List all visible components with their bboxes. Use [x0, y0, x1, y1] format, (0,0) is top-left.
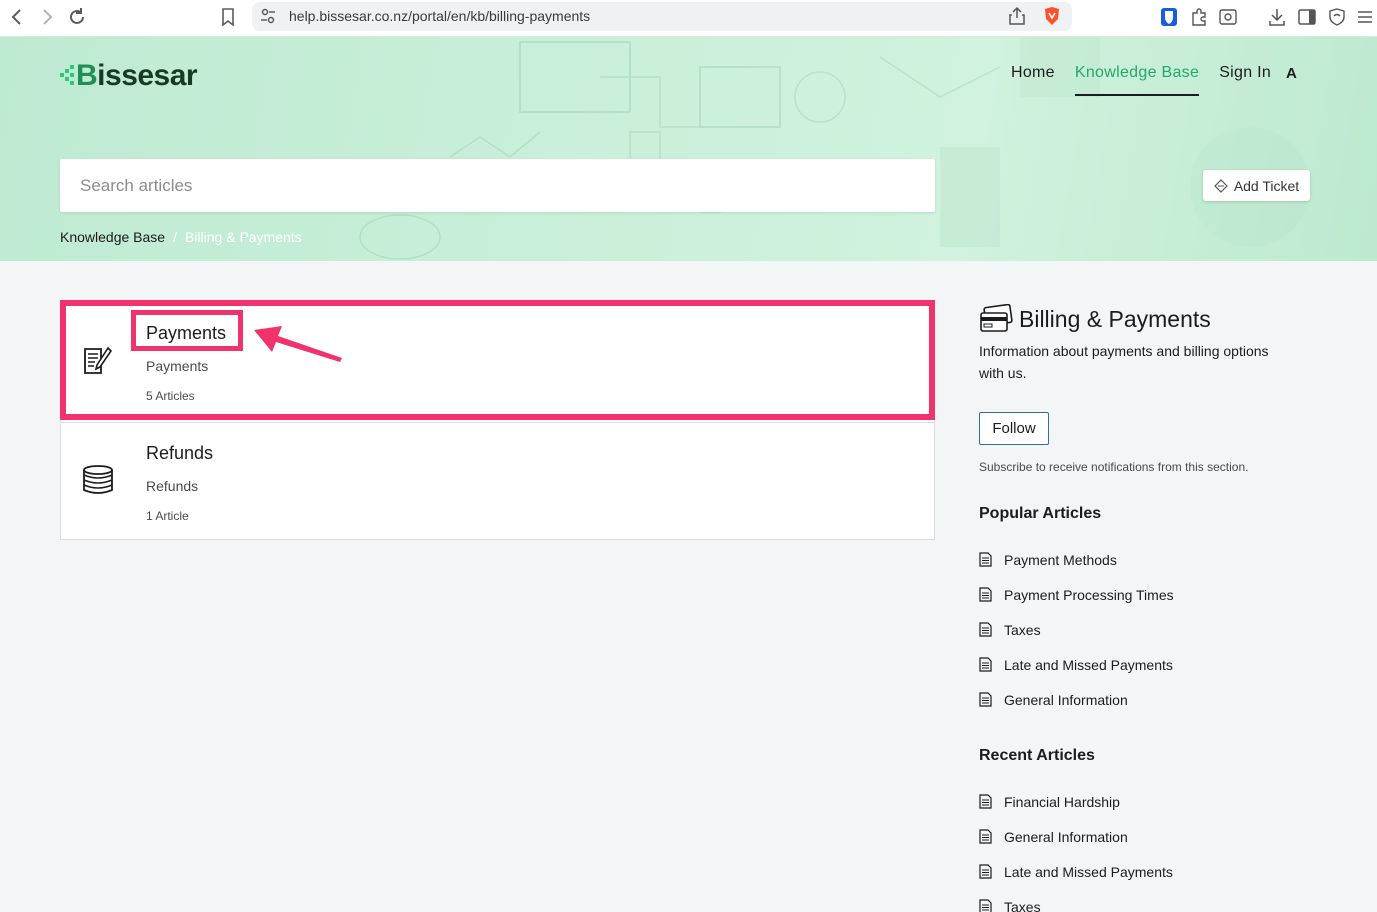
document-icon: [979, 552, 992, 567]
document-icon: [979, 657, 992, 672]
section-list: Payments Payments 5 Articles Refunds Ref…: [60, 302, 935, 540]
list-item[interactable]: General Information: [979, 819, 1173, 854]
accessibility-icon[interactable]: A: [1286, 65, 1297, 82]
document-icon: [979, 692, 992, 707]
list-item[interactable]: Late and Missed Payments: [979, 647, 1174, 682]
document-icon: [979, 829, 992, 844]
browser-toolbar: help.bissesar.co.nz/portal/en/kb/billing…: [0, 0, 1377, 37]
popular-articles-heading: Popular Articles: [979, 505, 1102, 522]
ticket-icon: [1213, 178, 1228, 193]
section-article-count: 5 Articles: [146, 389, 195, 403]
reader-mode-icon[interactable]: [1218, 7, 1238, 27]
recent-articles-list: Financial Hardship General Information L…: [979, 784, 1173, 912]
add-ticket-button[interactable]: Add Ticket: [1203, 170, 1310, 201]
list-item[interactable]: Taxes: [979, 612, 1174, 647]
credit-card-icon: [980, 304, 1013, 332]
brave-shield-icon[interactable]: [1042, 6, 1062, 26]
article-link[interactable]: General Information: [1004, 692, 1128, 708]
list-item[interactable]: Payment Processing Times: [979, 577, 1174, 612]
sidebar-toggle-icon[interactable]: [1297, 7, 1317, 27]
section-article-count: 1 Article: [146, 509, 189, 523]
vpn-shield-icon[interactable]: [1327, 7, 1347, 27]
breadcrumb-knowledge-base[interactable]: Knowledge Base: [60, 229, 165, 245]
downloads-icon[interactable]: [1267, 7, 1287, 27]
document-icon: [979, 864, 992, 879]
section-item-refunds[interactable]: Refunds Refunds 1 Article: [61, 422, 934, 540]
address-bar[interactable]: help.bissesar.co.nz/portal/en/kb/billing…: [252, 2, 1072, 31]
section-item-payments[interactable]: Payments Payments 5 Articles: [61, 303, 934, 421]
share-icon[interactable]: [1008, 6, 1026, 26]
article-link[interactable]: Financial Hardship: [1004, 794, 1120, 810]
bitwarden-icon[interactable]: [1159, 7, 1179, 27]
article-link[interactable]: Taxes: [1004, 899, 1041, 912]
coin-stack-icon: [83, 465, 113, 494]
add-ticket-label: Add Ticket: [1233, 177, 1300, 194]
article-link[interactable]: General Information: [1004, 829, 1128, 845]
article-link[interactable]: Late and Missed Payments: [1004, 657, 1173, 673]
logo-mark-icon: [60, 65, 74, 85]
breadcrumb-current: Billing & Payments: [184, 229, 302, 245]
bookmark-icon[interactable]: [217, 6, 239, 28]
reload-icon[interactable]: [66, 6, 88, 28]
list-item[interactable]: Late and Missed Payments: [979, 854, 1173, 889]
logo-letter: B: [76, 59, 98, 92]
top-navigation: Home Knowledge Base Sign In: [1011, 64, 1291, 96]
article-link[interactable]: Payment Processing Times: [1004, 587, 1174, 603]
list-item[interactable]: Taxes: [979, 889, 1173, 912]
document-pen-icon: [84, 346, 113, 374]
article-link[interactable]: Taxes: [1004, 622, 1041, 638]
url-text[interactable]: help.bissesar.co.nz/portal/en/kb/billing…: [289, 8, 590, 24]
article-link[interactable]: Payment Methods: [1004, 552, 1117, 568]
back-icon[interactable]: [6, 6, 28, 28]
sidebar-header: Billing & Payments: [979, 304, 1211, 334]
article-link[interactable]: Late and Missed Payments: [1004, 864, 1173, 880]
document-icon: [979, 794, 992, 809]
list-item[interactable]: Financial Hardship: [979, 784, 1173, 819]
sidebar-title: Billing & Payments: [1019, 305, 1211, 332]
follow-button[interactable]: Follow: [979, 412, 1049, 445]
search-input[interactable]: [60, 159, 935, 212]
section-description: Refunds: [146, 478, 199, 494]
document-icon: [979, 622, 992, 637]
section-description: Payments: [146, 358, 209, 374]
nav-sign-in[interactable]: Sign In: [1219, 64, 1271, 94]
logo-text: issesar: [97, 59, 198, 92]
hero-header: B issesar Home Knowledge Base Sign In A …: [0, 37, 1377, 261]
popular-articles-list: Payment Methods Payment Processing Times…: [979, 542, 1174, 717]
nav-home[interactable]: Home: [1011, 64, 1055, 94]
breadcrumb-separator: /: [173, 229, 177, 245]
document-icon: [979, 587, 992, 602]
recent-articles-heading: Recent Articles: [979, 747, 1095, 764]
subscribe-text: Subscribe to receive notifications from …: [979, 460, 1249, 474]
brand-logo[interactable]: B issesar: [60, 59, 198, 92]
list-item[interactable]: Payment Methods: [979, 542, 1174, 577]
site-settings-icon[interactable]: [260, 8, 276, 24]
nav-knowledge-base[interactable]: Knowledge Base: [1074, 64, 1200, 96]
document-icon: [979, 899, 992, 912]
section-title-payments[interactable]: Payments: [146, 323, 226, 344]
breadcrumb: Knowledge Base / Billing & Payments: [60, 229, 302, 245]
section-title-refunds[interactable]: Refunds: [146, 443, 213, 464]
sidebar-description: Information about payments and billing o…: [979, 343, 1269, 381]
extensions-icon[interactable]: [1189, 7, 1209, 27]
menu-icon[interactable]: [1355, 7, 1375, 27]
forward-icon[interactable]: [36, 6, 58, 28]
list-item[interactable]: General Information: [979, 682, 1174, 717]
